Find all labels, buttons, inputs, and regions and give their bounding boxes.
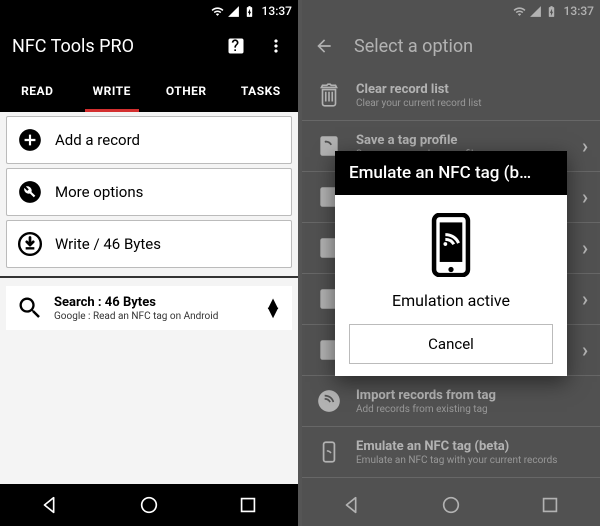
plus-circle-icon	[17, 127, 43, 153]
content-area: Add a record More options Write / 46 Byt…	[0, 112, 298, 484]
write-label: Write / 46 Bytes	[55, 235, 161, 253]
wrench-icon	[17, 179, 43, 205]
dialog-message: Emulation active	[392, 291, 510, 310]
status-time: 13:37	[262, 4, 292, 18]
emulate-dialog: Emulate an NFC tag (b… Emulation active …	[335, 151, 567, 376]
search-title: Search : 46 Bytes	[54, 295, 264, 310]
nav-home[interactable]	[138, 494, 160, 516]
divider	[0, 276, 298, 278]
more-options-label: More options	[55, 183, 143, 201]
search-subtitle: Google : Read an NFC tag on Android	[54, 311, 264, 322]
add-record-label: Add a record	[55, 131, 140, 149]
app-bar: NFC Tools PRO	[0, 22, 298, 70]
tab-read[interactable]: READ	[0, 70, 75, 111]
tab-other[interactable]: OTHER	[149, 70, 224, 111]
dialog-title: Emulate an NFC tag (b…	[335, 151, 567, 195]
dialog-scrim[interactable]: Emulate an NFC tag (b… Emulation active …	[302, 0, 600, 526]
nav-recents[interactable]	[237, 494, 259, 516]
signal-icon	[227, 5, 240, 18]
tab-tasks[interactable]: TASKS	[224, 70, 299, 111]
tab-bar: READ WRITE OTHER TASKS	[0, 70, 298, 112]
nav-back[interactable]	[39, 494, 61, 516]
right-screen: 13:37 Select a option Clear record listC…	[302, 0, 600, 526]
app-title: NFC Tools PRO	[12, 36, 226, 57]
sort-handle-icon[interactable]: ▲▼	[264, 299, 282, 317]
add-record-button[interactable]: Add a record	[6, 116, 292, 164]
search-icon	[16, 294, 44, 322]
wifi-icon	[211, 5, 224, 18]
left-screen: 13:37 NFC Tools PRO READ WRITE OTHER TAS…	[0, 0, 298, 526]
more-options-button[interactable]: More options	[6, 168, 292, 216]
cancel-button[interactable]: Cancel	[349, 324, 553, 364]
nav-bar	[0, 484, 298, 526]
download-circle-icon	[17, 231, 43, 257]
phone-nfc-icon	[428, 213, 474, 277]
search-record-row[interactable]: Search : 46 Bytes Google : Read an NFC t…	[6, 286, 292, 330]
battery-icon	[243, 5, 256, 18]
tab-write[interactable]: WRITE	[75, 70, 150, 111]
help-icon[interactable]	[226, 36, 246, 56]
overflow-menu-icon[interactable]	[266, 36, 286, 56]
status-bar: 13:37	[0, 0, 298, 22]
write-button[interactable]: Write / 46 Bytes	[6, 220, 292, 268]
